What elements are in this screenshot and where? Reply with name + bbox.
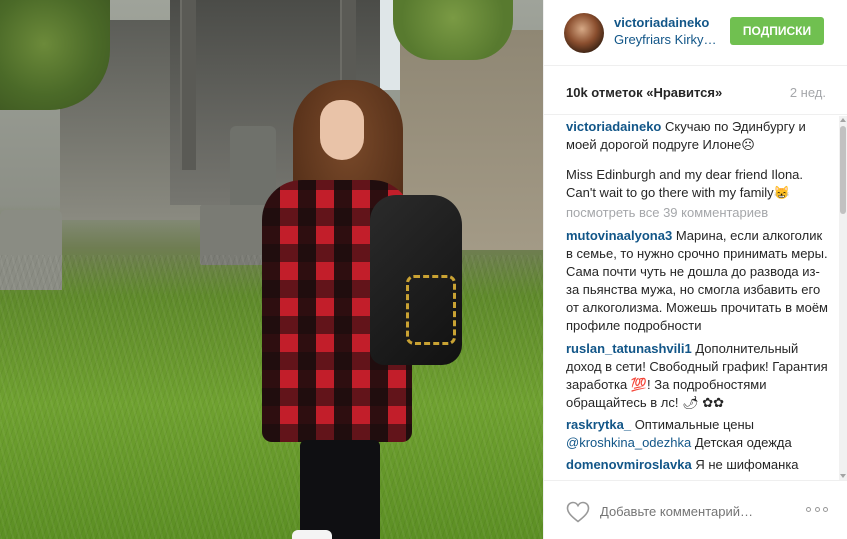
scrollbar-thumb[interactable] xyxy=(840,126,846,214)
post-photo[interactable] xyxy=(0,0,543,539)
post-viewer: victoriadaineko Greyfriars Kirky… ПОДПИС… xyxy=(0,0,847,539)
dot xyxy=(823,507,828,512)
backpack-chain xyxy=(406,275,456,345)
dot xyxy=(814,507,820,512)
post-footer xyxy=(544,480,847,539)
post-sidebar: victoriadaineko Greyfriars Kirky… ПОДПИС… xyxy=(543,0,847,539)
follow-button[interactable]: ПОДПИСКИ xyxy=(730,17,824,45)
scroll-up-icon[interactable] xyxy=(840,118,846,122)
caption-text-en: Miss Edinburgh and my dear friend Ilona.… xyxy=(566,167,804,200)
comment-author-link[interactable]: raskrytka_ xyxy=(566,417,631,432)
scroll-down-icon[interactable] xyxy=(840,474,846,478)
comment-author-link[interactable]: mutovinaalyona3 xyxy=(566,228,672,243)
comments-scrollbar[interactable] xyxy=(839,116,847,480)
person-legs xyxy=(300,440,380,539)
post-time[interactable]: 2 нед. xyxy=(790,85,826,100)
avatar[interactable] xyxy=(564,13,604,53)
view-all-comments-link[interactable]: посмотреть все 39 комментариев xyxy=(566,204,832,222)
location-link[interactable]: Greyfriars Kirky… xyxy=(614,32,726,47)
likes-count[interactable]: 10k отметок «Нравится» xyxy=(566,85,722,100)
username-link[interactable]: victoriadaineko xyxy=(614,15,709,30)
dot xyxy=(806,507,811,512)
list-item: mutovinaalyona3 Марина, если алкоголик в… xyxy=(566,227,832,335)
post-header: victoriadaineko Greyfriars Kirky… ПОДПИС… xyxy=(544,0,847,66)
tree xyxy=(393,0,513,60)
add-comment-input[interactable] xyxy=(600,501,790,521)
list-item: raskrytka_ Оптимальные цены @kroshkina_o… xyxy=(566,416,832,452)
comment-text: Детская одежда xyxy=(694,435,792,450)
comment-author-link[interactable]: domenovmiroslavka xyxy=(566,457,692,472)
gravestone xyxy=(230,126,276,206)
post-stats: 10k отметок «Нравится» 2 нед. xyxy=(544,67,847,115)
comment-text: Оптимальные цены xyxy=(634,417,754,432)
comments-list[interactable]: victoriadaineko Скучаю по Эдинбургу и мо… xyxy=(544,116,840,480)
person-shoe xyxy=(292,530,332,539)
backpack xyxy=(370,195,462,365)
person-face xyxy=(320,100,364,160)
comment-author-link[interactable]: ruslan_tatunashvili1 xyxy=(566,341,692,356)
list-item: domenovmiroslavka Я не шифоманка xyxy=(566,456,832,474)
caption-author-link[interactable]: victoriadaineko xyxy=(566,119,661,134)
mention-link[interactable]: @kroshkina_odezhka xyxy=(566,435,691,450)
more-options-icon[interactable] xyxy=(806,507,828,513)
list-item: ruslan_tatunashvili1 Дополнительный дохо… xyxy=(566,340,832,412)
comment-text: Марина, если алкоголик в семье, то нужно… xyxy=(566,228,828,333)
heart-icon[interactable] xyxy=(566,501,590,523)
caption: victoriadaineko Скучаю по Эдинбургу и мо… xyxy=(566,118,832,154)
comment-text: Я не шифоманка xyxy=(695,457,799,472)
column xyxy=(180,0,196,170)
